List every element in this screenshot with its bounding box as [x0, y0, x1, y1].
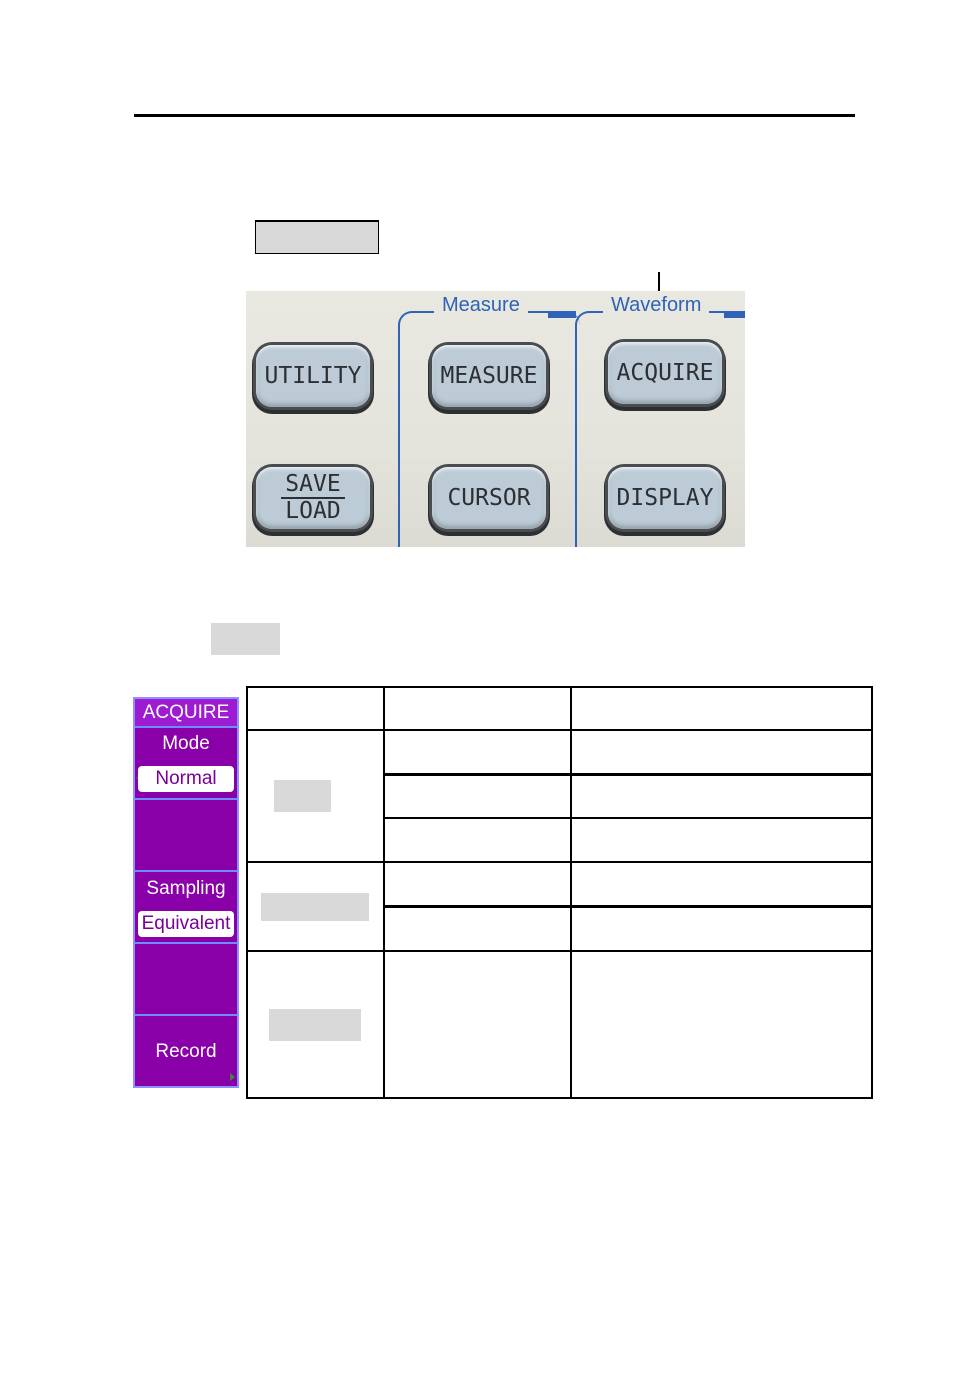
table-row-divider: [383, 773, 873, 776]
table-row-divider: [246, 861, 873, 863]
table-row-divider: [383, 817, 873, 819]
record-group-cell: [269, 1009, 361, 1041]
front-panel-photo: Measure Waveform UTILITY MEASURE ACQUIRE…: [246, 291, 745, 547]
table-row-divider: [246, 729, 873, 731]
menu-separator: [135, 1014, 237, 1016]
table-border: [246, 1097, 873, 1099]
measure-key[interactable]: MEASURE: [432, 345, 546, 407]
header-rule: [134, 114, 855, 117]
table-row-divider: [383, 905, 873, 908]
table-border: [246, 686, 873, 688]
waveform-group-label: Waveform: [603, 294, 710, 317]
key-label-box: [255, 220, 379, 254]
mode-value-button[interactable]: Normal: [138, 766, 234, 792]
submenu-arrow-icon: [230, 1073, 235, 1081]
table-row-divider: [246, 950, 873, 952]
load-key-label: LOAD: [285, 498, 341, 524]
measure-group-label: Measure: [434, 294, 528, 317]
measure-key-label: MEASURE: [440, 363, 538, 389]
save-load-key[interactable]: SAVE LOAD: [256, 467, 370, 529]
cursor-key-label: CURSOR: [447, 485, 531, 511]
display-key[interactable]: DISPLAY: [608, 467, 722, 529]
sampling-value-button[interactable]: Equivalent: [138, 911, 234, 937]
group-frame-bar: [548, 311, 576, 318]
group-frame-bar: [724, 311, 745, 318]
sampling-label: Sampling: [146, 878, 226, 899]
sampling-group-cell: [261, 893, 369, 921]
display-key-label: DISPLAY: [616, 485, 714, 511]
function-table: [246, 686, 873, 1099]
acquire-menu: ACQUIRE Mode Normal Sampling Equivalent …: [133, 697, 239, 1088]
record-button[interactable]: Record: [135, 1041, 237, 1063]
menu-separator: [135, 942, 237, 944]
table-border: [246, 686, 248, 1099]
mode-group-cell: [274, 780, 331, 812]
utility-key[interactable]: UTILITY: [256, 345, 370, 407]
table-column-divider: [570, 686, 572, 1099]
mode-label: Mode: [162, 733, 210, 754]
menu-separator: [135, 798, 237, 800]
menu-label-box: [211, 623, 280, 655]
save-key-label: SAVE: [281, 472, 345, 499]
acquire-key-label: ACQUIRE: [616, 360, 714, 386]
menu-separator: [135, 870, 237, 872]
acquire-key[interactable]: ACQUIRE: [608, 342, 722, 404]
table-column-divider: [383, 686, 385, 1099]
table-border: [871, 686, 873, 1099]
utility-key-label: UTILITY: [264, 363, 362, 389]
cursor-key[interactable]: CURSOR: [432, 467, 546, 529]
acquire-menu-title: ACQUIRE: [135, 699, 237, 728]
